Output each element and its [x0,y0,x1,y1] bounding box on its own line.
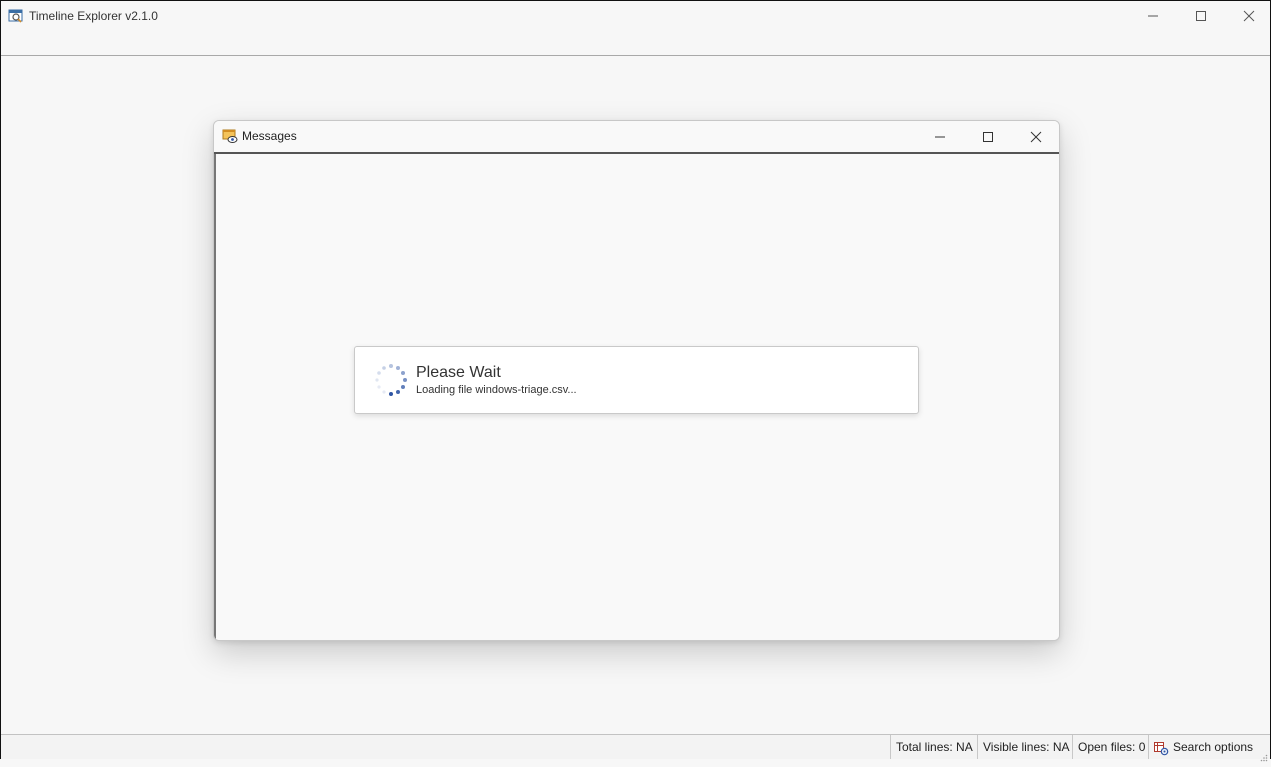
app-maximize-button[interactable] [1178,1,1224,31]
app-minimize-button[interactable] [1130,1,1176,31]
dialog-minimize-button[interactable] [917,121,963,152]
please-wait-panel: Please Wait Loading file windows-triage.… [354,346,919,414]
dialog-titlebar[interactable]: Messages [214,121,1059,154]
app-close-button[interactable] [1226,1,1271,31]
timeline-explorer-app-icon [8,8,24,24]
close-icon [1030,131,1042,142]
visible-lines-status: Visible lines: NA [977,735,1072,759]
messages-icon [222,128,238,144]
please-wait-title: Please Wait [416,364,501,381]
open-files-status: Open files: 0 [1072,735,1148,759]
loading-message: Loading file windows-triage.csv... [416,384,577,396]
maximize-icon [1196,11,1206,21]
resize-grip-icon[interactable] [1260,749,1268,762]
minimize-icon [1148,15,1158,17]
status-bar: Total lines: NA Visible lines: NA Open f… [1,734,1270,762]
close-icon [1243,10,1255,22]
dialog-maximize-button[interactable] [965,121,1011,152]
minimize-icon [935,136,945,137]
dialog-close-button[interactable] [1013,121,1059,152]
loading-spinner-icon [373,362,409,398]
search-options-label: Search options [1173,740,1254,754]
app-window: Timeline Explorer v2.1.0 Messages Please… [0,0,1271,762]
app-title: Timeline Explorer v2.1.0 [29,9,158,23]
total-lines-status: Total lines: NA [890,735,977,759]
maximize-icon [983,131,993,142]
search-options-button[interactable]: Search options [1148,735,1258,759]
dialog-title: Messages [242,129,297,143]
app-titlebar: Timeline Explorer v2.1.0 [1,1,1270,56]
search-options-icon [1154,740,1169,756]
